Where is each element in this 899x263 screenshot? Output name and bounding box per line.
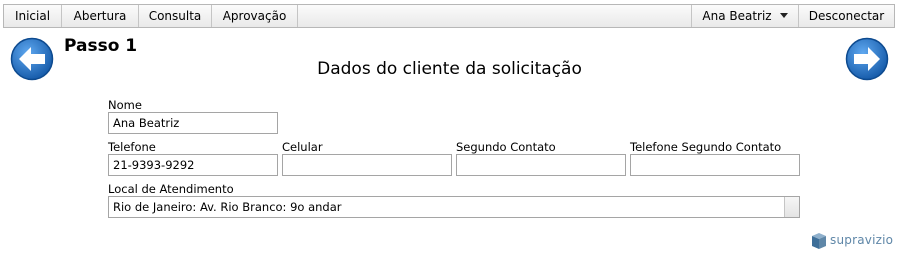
telefone-segundo-contato-input[interactable] [630, 154, 800, 176]
nav-aprovacao[interactable]: Aprovação [212, 5, 298, 27]
nome-input[interactable] [108, 112, 278, 134]
arrow-right-icon[interactable] [845, 37, 889, 81]
supravizio-logo: supravizio [810, 232, 893, 250]
segundo-contato-input[interactable] [456, 154, 626, 176]
telefone-input[interactable] [108, 154, 278, 176]
nome-label: Nome [108, 98, 142, 112]
dropdown-button[interactable] [784, 197, 799, 217]
celular-label: Celular [282, 140, 323, 154]
telefone-segundo-contato-label: Telefone Segundo Contato [630, 140, 782, 154]
step-title: Passo 1 [64, 36, 138, 56]
user-name: Ana Beatriz [702, 9, 772, 23]
brand-name: supravizio [830, 233, 894, 247]
celular-input[interactable] [282, 154, 452, 176]
nav-abertura[interactable]: Abertura [62, 5, 139, 27]
segundo-contato-label: Segundo Contato [456, 140, 556, 154]
supravizio-logo-icon [812, 233, 826, 249]
local-atendimento-value: Rio de Janeiro: Av. Rio Branco: 9o andar [113, 200, 342, 214]
local-atendimento-select[interactable]: Rio de Janeiro: Av. Rio Branco: 9o andar [108, 196, 800, 218]
nav-inicial[interactable]: Inicial [4, 5, 62, 27]
telefone-label: Telefone [108, 140, 156, 154]
user-menu[interactable]: Ana Beatriz [691, 5, 798, 27]
logout-button[interactable]: Desconectar [798, 5, 894, 27]
local-atendimento-label: Local de Atendimento [108, 182, 234, 196]
chevron-down-icon [779, 13, 788, 18]
form-title: Dados do cliente da solicitação [317, 59, 582, 79]
top-navigation-bar: Inicial Abertura Consulta Aprovação Ana … [3, 4, 895, 28]
nav-consulta[interactable]: Consulta [139, 5, 212, 27]
